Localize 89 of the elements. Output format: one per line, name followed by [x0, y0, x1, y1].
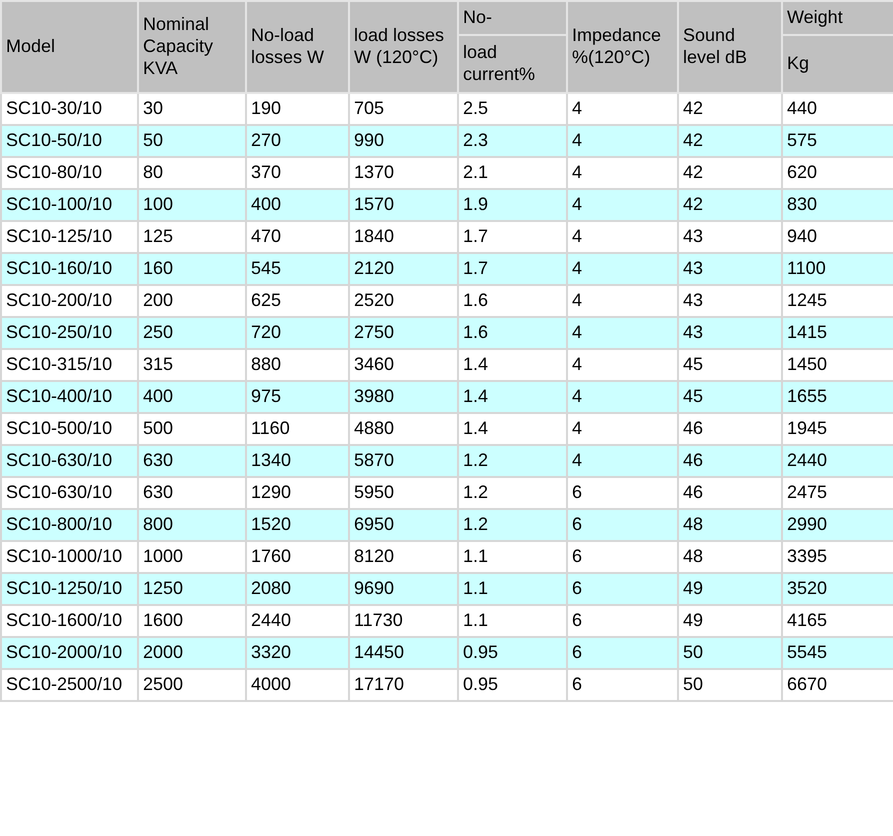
table-cell: 1415 [782, 317, 893, 349]
table-cell: 1250 [138, 573, 246, 605]
column-header: load current% [458, 35, 567, 93]
column-header: Model [1, 1, 138, 93]
table-cell: 575 [782, 125, 893, 157]
column-header: Kg [782, 35, 893, 93]
table-cell: 42 [678, 189, 782, 221]
table-cell: 270 [246, 125, 349, 157]
table-cell: 9690 [349, 573, 458, 605]
table-cell: 830 [782, 189, 893, 221]
table-cell: SC10-100/10 [1, 189, 138, 221]
table-cell: 400 [138, 381, 246, 413]
table-cell: 3320 [246, 637, 349, 669]
table-cell: 990 [349, 125, 458, 157]
table-cell: 1100 [782, 253, 893, 285]
column-header: Sound level dB [678, 1, 782, 93]
table-cell: 50 [138, 125, 246, 157]
table-cell: 5545 [782, 637, 893, 669]
table-cell: 17170 [349, 669, 458, 701]
table-cell: 1.2 [458, 509, 567, 541]
table-cell: 1340 [246, 445, 349, 477]
table-cell: 975 [246, 381, 349, 413]
table-cell: 100 [138, 189, 246, 221]
table-cell: 46 [678, 445, 782, 477]
table-cell: 630 [138, 445, 246, 477]
table-cell: 6950 [349, 509, 458, 541]
table-cell: 1570 [349, 189, 458, 221]
table-cell: 2990 [782, 509, 893, 541]
table-cell: 6 [567, 509, 678, 541]
table-cell: 45 [678, 381, 782, 413]
table-cell: 4 [567, 189, 678, 221]
table-cell: 4 [567, 253, 678, 285]
table-cell: 6 [567, 669, 678, 701]
table-cell: 4 [567, 445, 678, 477]
table-cell: 3520 [782, 573, 893, 605]
table-cell: 6 [567, 637, 678, 669]
table-cell: SC10-800/10 [1, 509, 138, 541]
table-cell: 160 [138, 253, 246, 285]
table-cell: 48 [678, 509, 782, 541]
table-cell: SC10-2500/10 [1, 669, 138, 701]
column-header: load losses W (120°C) [349, 1, 458, 93]
column-header: Nominal Capacity KVA [138, 1, 246, 93]
table-cell: 1.6 [458, 317, 567, 349]
table-cell: 2440 [782, 445, 893, 477]
table-cell: SC10-1250/10 [1, 573, 138, 605]
table-cell: 1.1 [458, 573, 567, 605]
table-cell: 43 [678, 253, 782, 285]
column-header: No- [458, 1, 567, 35]
table-cell: 4 [567, 317, 678, 349]
table-cell: 49 [678, 573, 782, 605]
table-cell: 2750 [349, 317, 458, 349]
table-cell: 2000 [138, 637, 246, 669]
table-cell: 2500 [138, 669, 246, 701]
table-cell: 2080 [246, 573, 349, 605]
table-cell: 43 [678, 317, 782, 349]
table-cell: 720 [246, 317, 349, 349]
column-header: No-load losses W [246, 1, 349, 93]
table-cell: 0.95 [458, 669, 567, 701]
table-cell: 400 [246, 189, 349, 221]
table-cell: 4 [567, 381, 678, 413]
table-cell: 6 [567, 573, 678, 605]
table-cell: 1520 [246, 509, 349, 541]
table-cell: 1.4 [458, 381, 567, 413]
table-cell: 800 [138, 509, 246, 541]
table-cell: SC10-50/10 [1, 125, 138, 157]
column-header: Weight [782, 1, 893, 35]
table-cell: 545 [246, 253, 349, 285]
column-header: Impedance %(120°C) [567, 1, 678, 93]
table-cell: 4 [567, 125, 678, 157]
table-cell: 2120 [349, 253, 458, 285]
table-cell: 50 [678, 669, 782, 701]
table-cell: 1.2 [458, 445, 567, 477]
table-cell: 1.9 [458, 189, 567, 221]
table-cell: 4000 [246, 669, 349, 701]
table-cell: SC10-250/10 [1, 317, 138, 349]
table-cell: 5870 [349, 445, 458, 477]
table-cell: SC10-160/10 [1, 253, 138, 285]
table-cell: 2.3 [458, 125, 567, 157]
table-cell: SC10-400/10 [1, 381, 138, 413]
table-cell: 3980 [349, 381, 458, 413]
table-cell: 1655 [782, 381, 893, 413]
table-cell: 50 [678, 637, 782, 669]
table-cell: SC10-2000/10 [1, 637, 138, 669]
table-cell: 14450 [349, 637, 458, 669]
table-cell: SC10-630/10 [1, 445, 138, 477]
table-cell: 1.7 [458, 253, 567, 285]
table-cell: 0.95 [458, 637, 567, 669]
table-cell: 42 [678, 125, 782, 157]
table-cell: 250 [138, 317, 246, 349]
